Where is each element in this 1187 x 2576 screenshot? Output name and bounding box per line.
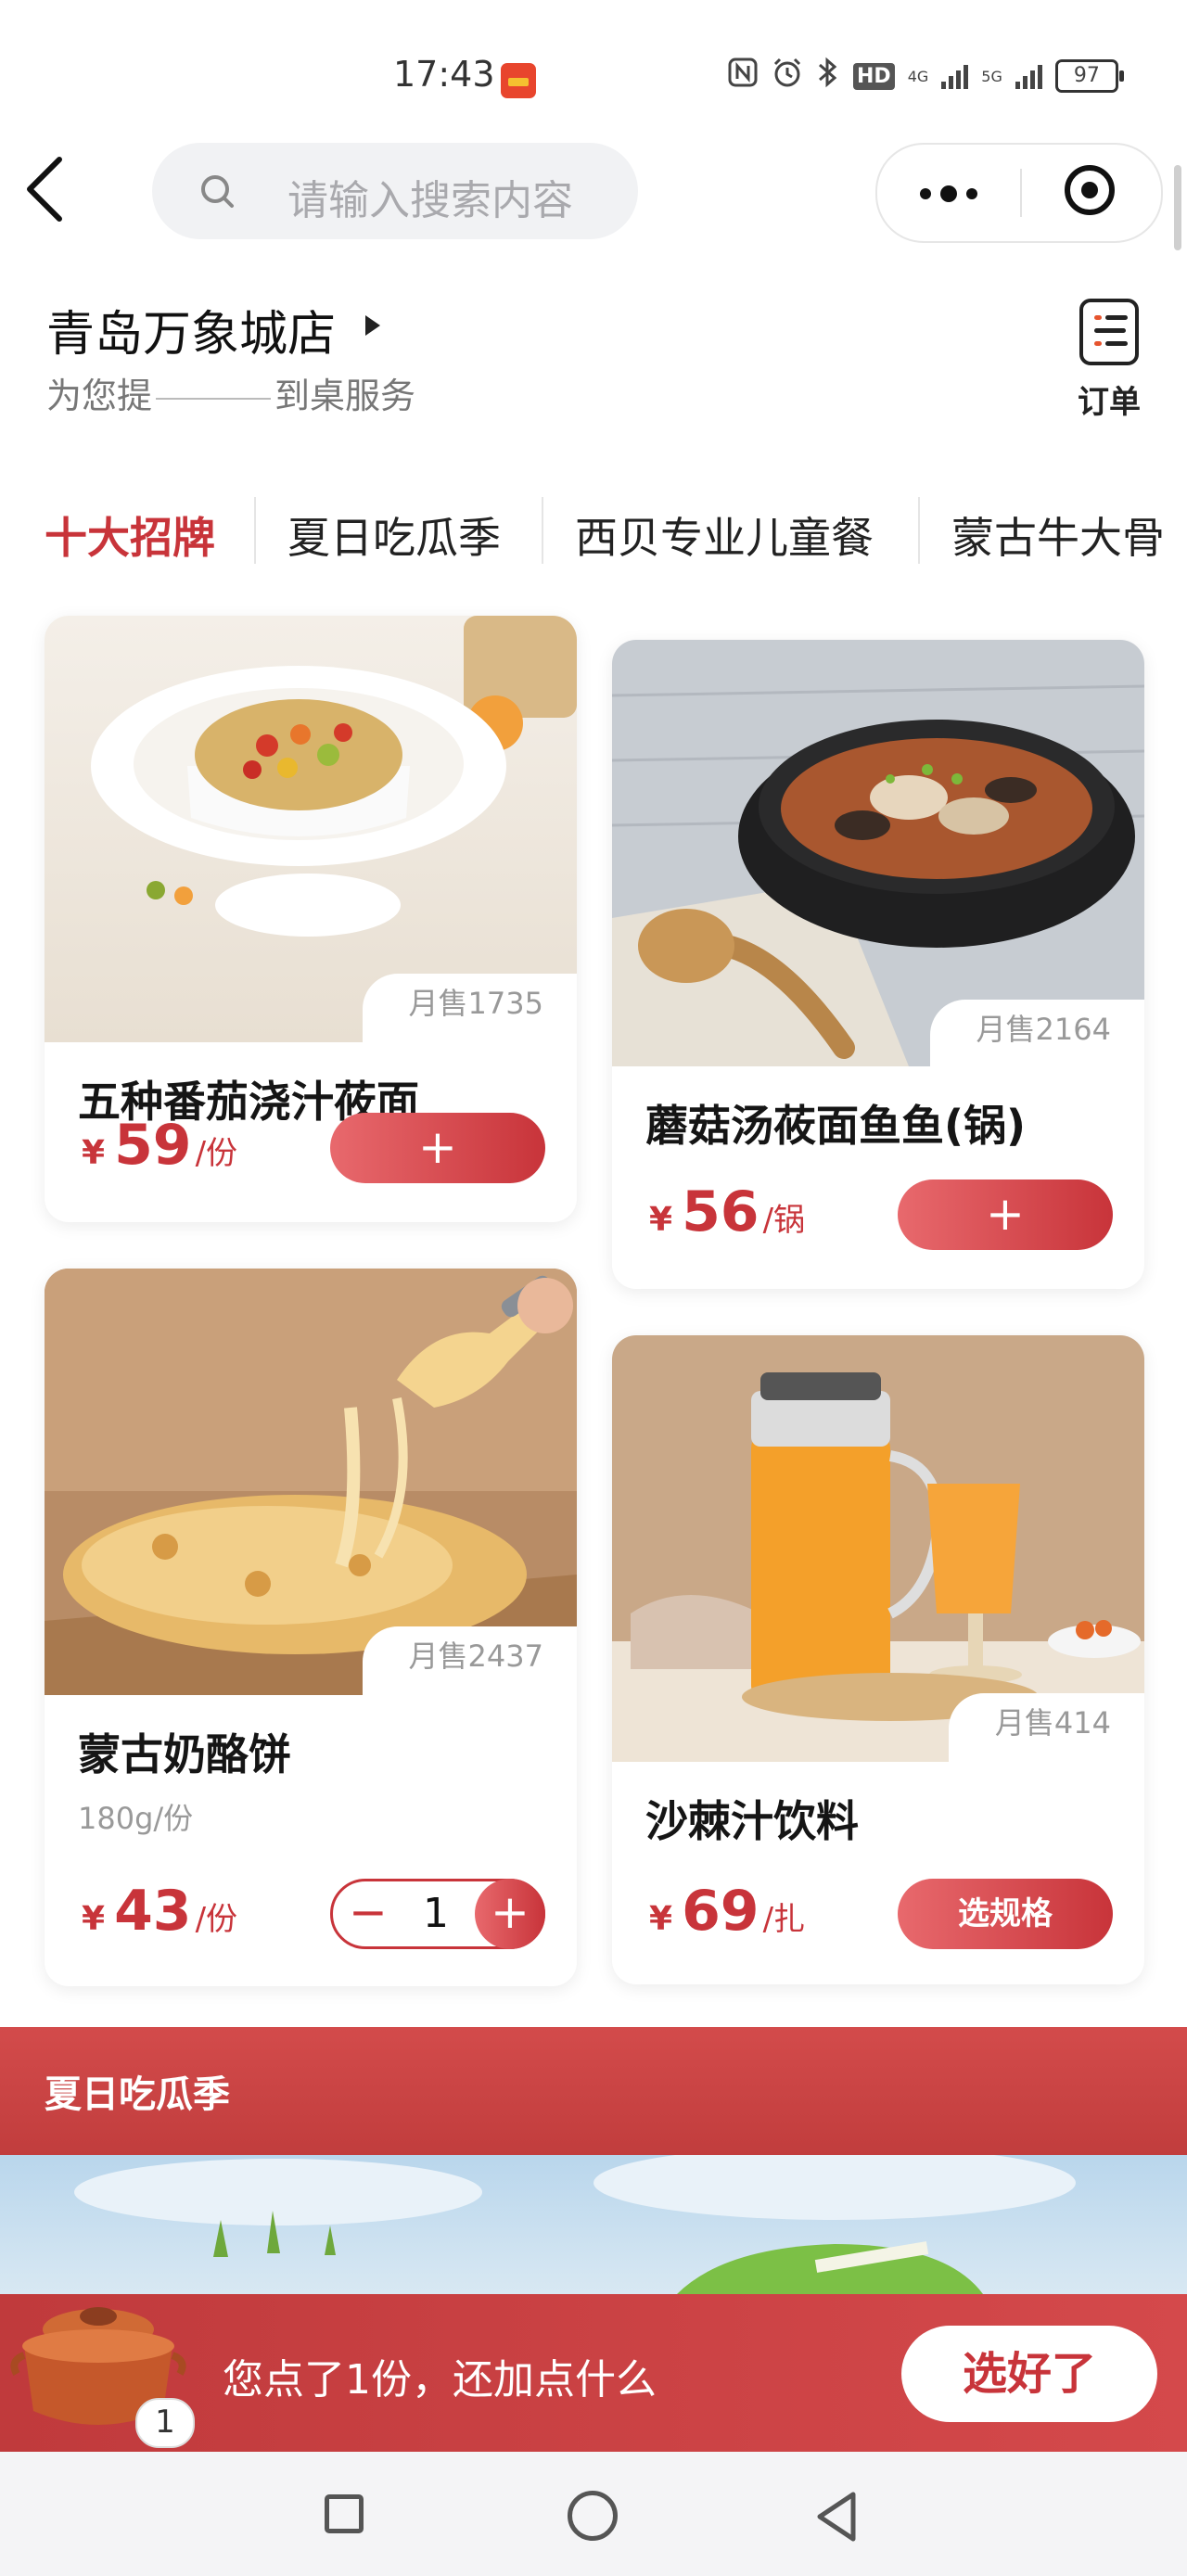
product-price: ¥56/锅 — [649, 1180, 805, 1244]
product-price: ¥69/扎 — [649, 1879, 805, 1944]
status-icons: HD 4G 5G 97 — [727, 56, 1124, 96]
order-list-icon — [1079, 299, 1139, 365]
product-price: ¥43/份 — [82, 1879, 237, 1944]
store-arrow-icon — [365, 315, 380, 336]
decrease-quantity-button[interactable]: − — [333, 1881, 403, 1946]
price-unit: /扎 — [762, 1901, 806, 1938]
product-name: 蘑菇汤莜面鱼鱼(锅) — [645, 1101, 1027, 1151]
tab-top-ten[interactable]: 十大招牌 — [45, 504, 215, 566]
price-unit: /锅 — [762, 1202, 806, 1239]
currency-symbol: ¥ — [649, 1900, 673, 1938]
network-label-5g: 5G — [981, 67, 1002, 85]
price-value: 43 — [114, 1879, 192, 1944]
quantity-value: 1 — [423, 1890, 449, 1937]
monthly-sales: 月售414 — [948, 1693, 1144, 1764]
back-button[interactable] — [17, 150, 82, 234]
category-tabs: 十大招牌 夏日吃瓜季 西贝专业儿童餐 蒙古牛大骨 — [0, 497, 1187, 567]
product-card[interactable]: 月售2164 蘑菇汤莜面鱼鱼(锅) ¥56/锅 + — [612, 640, 1144, 1289]
signal-icon — [941, 63, 969, 89]
store-subtitle: 为您提 到桌服务 — [46, 367, 415, 418]
currency-symbol: ¥ — [82, 1900, 106, 1938]
close-miniprogram-icon[interactable] — [1065, 165, 1115, 215]
tab-mongolian-beef[interactable]: 蒙古牛大骨 — [951, 504, 1165, 566]
order-button[interactable]: 订单 — [1072, 297, 1150, 427]
search-input[interactable]: 请输入搜索内容 — [152, 143, 638, 239]
section-title: 夏日吃瓜季 — [45, 2073, 230, 2116]
price-unit: /份 — [195, 1135, 238, 1172]
add-to-cart-button[interactable]: + — [330, 1113, 545, 1183]
price-value: 56 — [682, 1180, 759, 1244]
bluetooth-icon — [816, 56, 840, 96]
select-spec-button[interactable]: 选规格 — [898, 1879, 1113, 1949]
status-time: 17:43 — [393, 54, 495, 95]
tab-summer-melon[interactable]: 夏日吃瓜季 — [287, 504, 501, 566]
product-spec: 180g/份 — [78, 1801, 194, 1836]
quantity-stepper: − 1 + — [330, 1879, 545, 1949]
currency-symbol: ¥ — [82, 1134, 106, 1172]
product-card[interactable]: 月售2437 蒙古奶酪饼 180g/份 ¥43/份 − 1 + — [45, 1269, 577, 1986]
chevron-left-icon — [27, 157, 62, 222]
increase-quantity-button[interactable]: + — [475, 1879, 545, 1949]
scrollbar[interactable] — [1174, 165, 1181, 250]
app-notification-icon — [501, 63, 536, 98]
search-icon — [201, 175, 234, 208]
monthly-sales: 月售1735 — [362, 974, 577, 1044]
alarm-icon — [772, 57, 803, 96]
nfc-icon — [727, 57, 759, 96]
product-name: 蒙古奶酪饼 — [78, 1729, 291, 1779]
product-card[interactable]: 月售414 沙棘汁饮料 ¥69/扎 选规格 — [612, 1335, 1144, 1984]
cart-count-badge: 1 — [135, 2398, 195, 2448]
hd-icon: HD — [853, 62, 895, 90]
product-card[interactable]: 月售1735 五种番茄浇汁莜面 ¥59/份 + — [45, 616, 577, 1222]
network-label-4g: 4G — [907, 67, 929, 85]
currency-symbol: ¥ — [649, 1201, 673, 1239]
product-price: ¥59/份 — [82, 1113, 237, 1178]
store-subtitle-end: 到桌服务 — [274, 376, 416, 416]
home-icon[interactable] — [568, 2491, 618, 2541]
price-value: 69 — [682, 1879, 759, 1944]
price-unit: /份 — [195, 1901, 238, 1938]
product-name: 沙棘汁饮料 — [645, 1796, 859, 1846]
signal-icon — [1015, 63, 1042, 89]
back-triangle-icon[interactable] — [812, 2489, 862, 2544]
search-placeholder: 请输入搜索内容 — [287, 177, 573, 224]
price-value: 59 — [114, 1113, 192, 1178]
monthly-sales: 月售2164 — [929, 1000, 1144, 1070]
monthly-sales: 月售2437 — [362, 1626, 577, 1697]
miniprogram-capsule — [875, 143, 1163, 243]
store-subtitle-start: 为您提 — [46, 376, 153, 416]
checkout-button[interactable]: 选好了 — [901, 2326, 1157, 2422]
section-header: 夏日吃瓜季 — [0, 2027, 1187, 2155]
store-name[interactable]: 青岛万象城店 — [46, 295, 336, 364]
recent-apps-icon[interactable] — [325, 2494, 364, 2533]
tab-kids-meal[interactable]: 西贝专业儿童餐 — [575, 504, 874, 566]
order-label: 订单 — [1078, 384, 1141, 421]
add-to-cart-button[interactable]: + — [898, 1180, 1113, 1250]
cart-summary-text: 您点了1份，还加点什么 — [223, 2356, 657, 2404]
more-menu-button[interactable] — [920, 185, 977, 202]
section-banner-image[interactable] — [0, 2155, 1187, 2294]
battery-icon: 97 — [1054, 59, 1124, 93]
